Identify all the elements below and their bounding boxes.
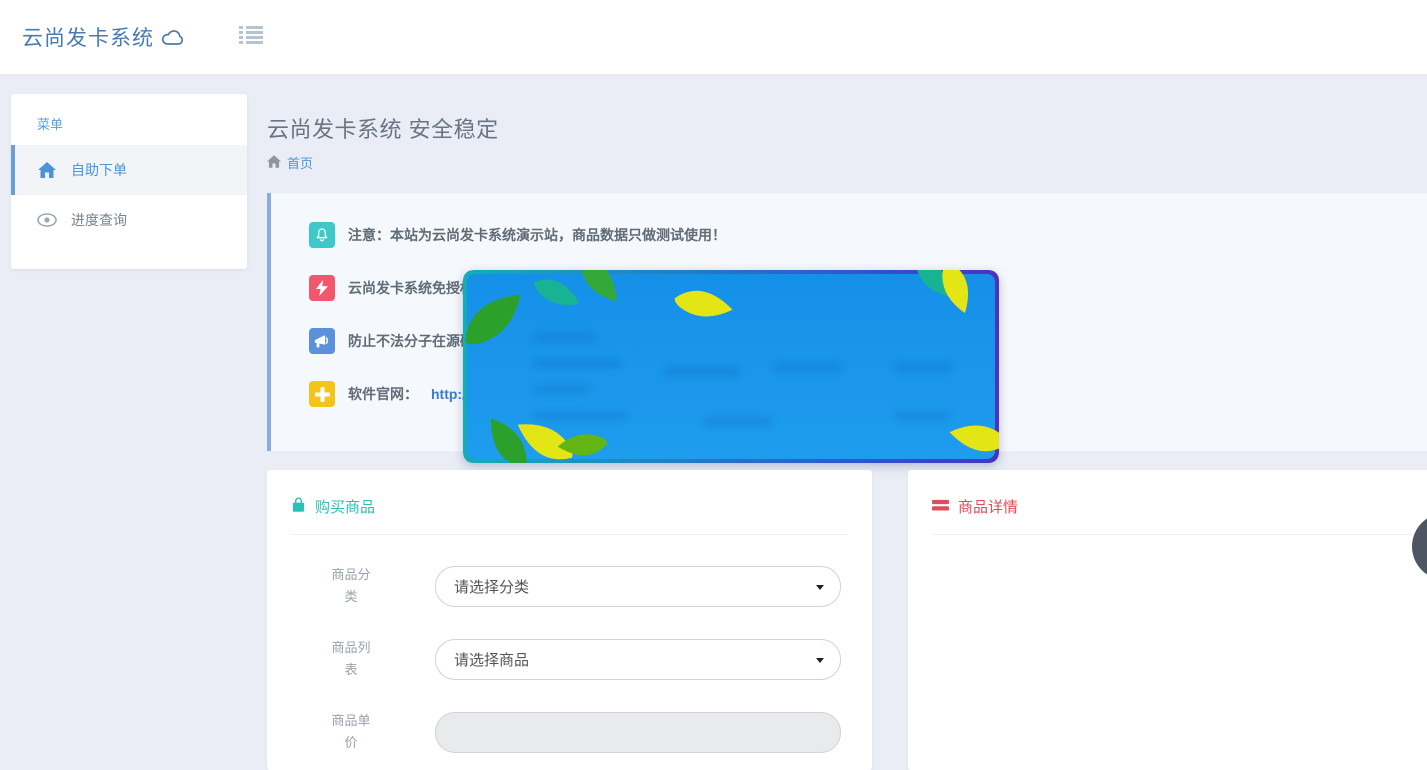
form-row-product: 商品列表 请选择商品	[291, 637, 848, 681]
breadcrumb: 首页	[267, 153, 313, 172]
detail-panel-title: 商品详情	[958, 496, 1018, 517]
divider	[291, 534, 848, 535]
form-row-category: 商品分类 请选择分类	[291, 564, 848, 608]
breadcrumb-home-icon	[267, 155, 281, 171]
category-select[interactable]: 请选择分类	[435, 566, 841, 607]
sidebar-menu-label: 菜单	[11, 94, 247, 145]
product-select-value: 请选择商品	[454, 649, 529, 670]
notice-text: 云尚发卡系统免授权	[348, 278, 474, 298]
category-label: 商品分类	[291, 564, 411, 608]
bell-icon	[309, 222, 335, 248]
cloud-icon	[161, 24, 185, 51]
eye-icon	[37, 213, 57, 227]
detail-panel-header: 商品详情	[932, 496, 1427, 517]
credit-card-icon	[932, 498, 949, 516]
app-logo[interactable]: 云尚发卡系统	[22, 22, 185, 52]
plus-icon	[309, 381, 335, 407]
form-row-price: 商品单价	[291, 710, 848, 754]
shopping-bag-icon	[291, 497, 306, 517]
notice-text: 防止不法分子在源码	[348, 331, 474, 351]
sidebar-item-label: 自助下单	[71, 160, 127, 180]
breadcrumb-home-link[interactable]: 首页	[287, 153, 313, 172]
home-icon	[37, 162, 57, 178]
sidebar-item-label: 进度查询	[71, 210, 127, 230]
notice-row: 注意：本站为云尚发卡系统演示站，商品数据只做测试使用！	[309, 222, 1427, 248]
buy-panel-title: 购买商品	[315, 496, 375, 517]
notice-text: 注意：本站为云尚发卡系统演示站，商品数据只做测试使用！	[348, 225, 726, 245]
bolt-icon	[309, 275, 335, 301]
price-label: 商品单价	[291, 710, 411, 754]
promo-banner-image	[463, 270, 999, 463]
buy-panel: 购买商品 商品分类 请选择分类 商品列表 请选择商品 商品单价	[267, 470, 872, 770]
buy-panel-header: 购买商品	[291, 496, 848, 517]
detail-panel: 商品详情	[908, 470, 1427, 770]
app-logo-text: 云尚发卡系统	[22, 22, 154, 52]
sidebar-item-progress-query[interactable]: 进度查询	[11, 195, 247, 245]
chevron-down-icon	[816, 585, 824, 590]
price-input-disabled	[435, 712, 841, 753]
sidebar-item-self-order[interactable]: 自助下单	[11, 145, 247, 195]
app-header: 云尚发卡系统	[0, 0, 1427, 75]
divider	[932, 534, 1427, 535]
bullhorn-icon	[309, 328, 335, 354]
page-title: 云尚发卡系统 安全稳定	[267, 112, 499, 144]
product-label: 商品列表	[291, 637, 411, 681]
sidebar-toggle-icon[interactable]	[233, 19, 269, 55]
category-select-value: 请选择分类	[454, 576, 529, 597]
chevron-down-icon	[816, 658, 824, 663]
sidebar: 菜单 自助下单 进度查询	[11, 94, 247, 269]
notice-text: 软件官网：	[348, 384, 418, 404]
product-select[interactable]: 请选择商品	[435, 639, 841, 680]
